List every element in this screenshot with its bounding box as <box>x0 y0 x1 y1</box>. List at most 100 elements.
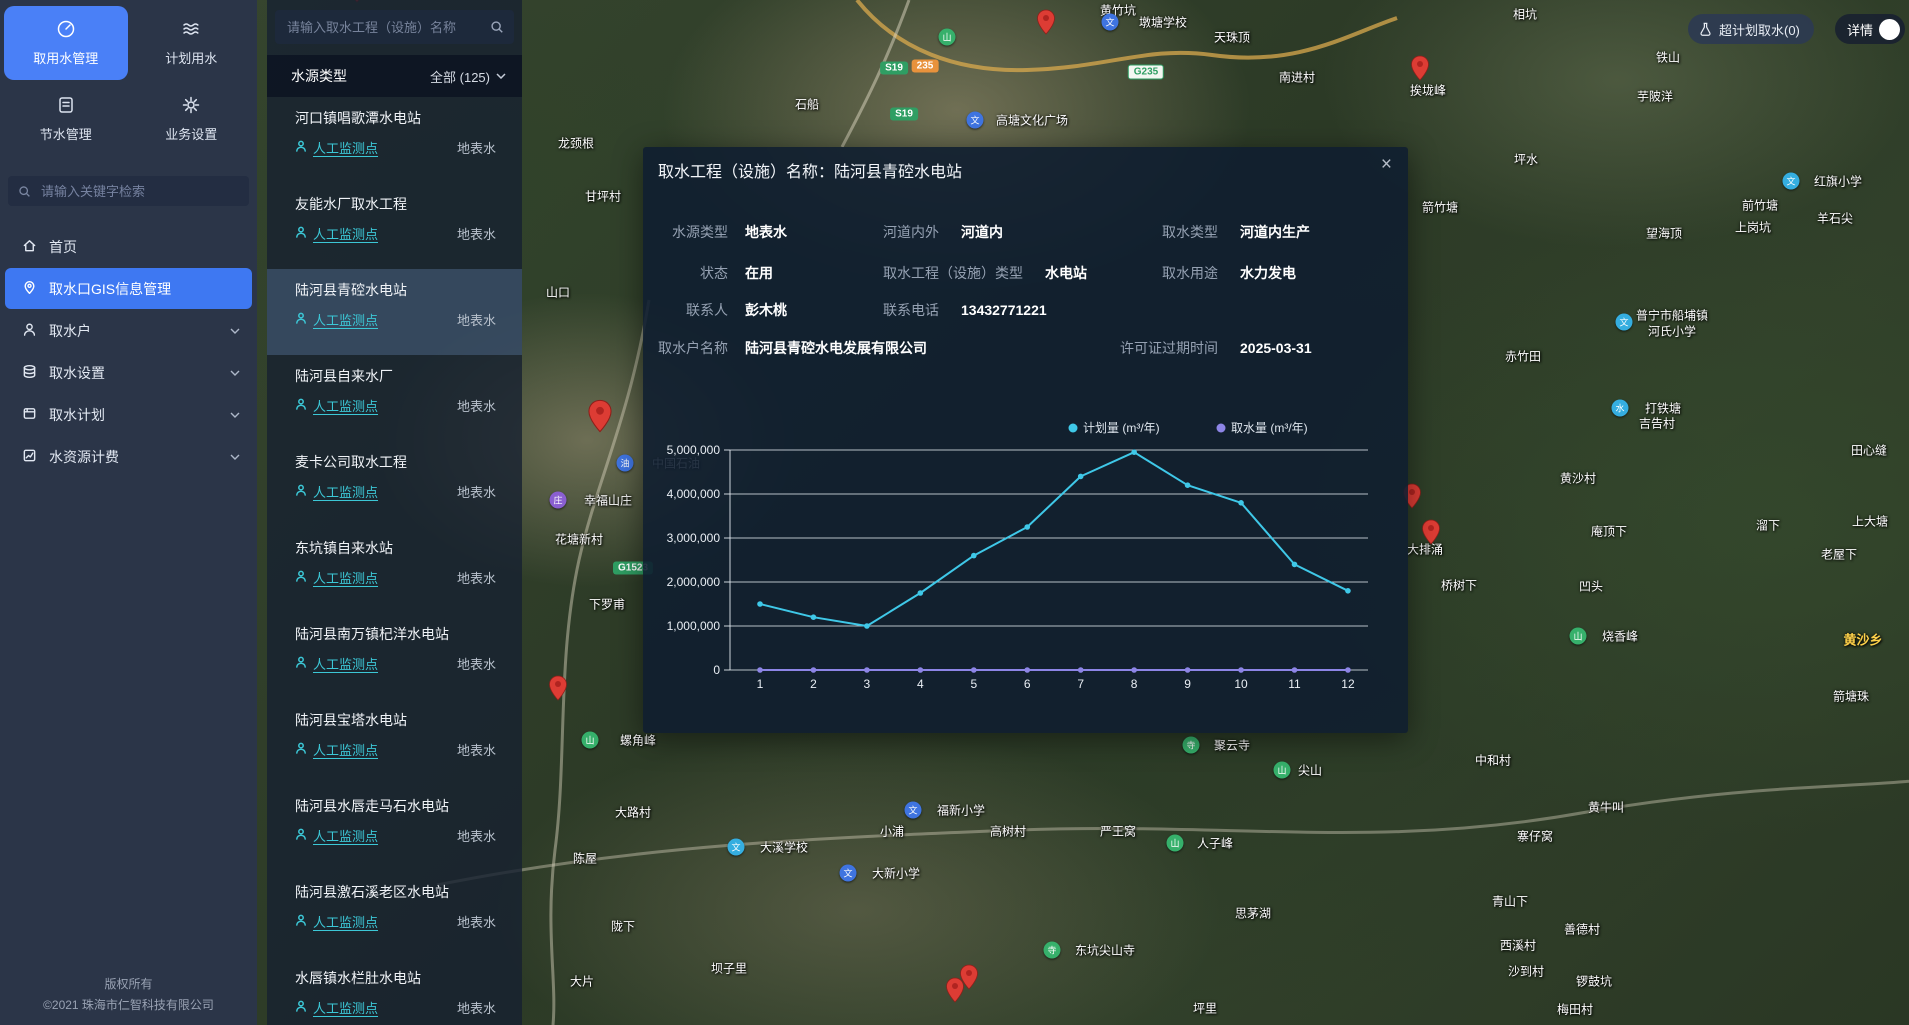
monitor-type-link[interactable]: 人工监测点 <box>295 826 378 845</box>
sidebar-search[interactable] <box>8 176 249 206</box>
red-pin[interactable] <box>548 675 568 706</box>
monitor-type-link[interactable]: 人工监测点 <box>295 654 378 673</box>
station-list-item[interactable]: 陆河县水唇走马石水电站 人工监测点 地表水 <box>267 785 522 871</box>
menu-label: 取水设置 <box>49 363 105 383</box>
sidebar-item-plan[interactable]: 取水计划 <box>5 394 252 435</box>
poi-marker: 山 <box>939 29 956 46</box>
map-label: 坪水 <box>1514 151 1538 168</box>
module-label: 节水管理 <box>40 124 92 143</box>
red-pin[interactable] <box>587 399 613 438</box>
sidebar-item-bill[interactable]: 水资源计费 <box>5 436 252 477</box>
menu-label: 取水口GIS信息管理 <box>49 279 171 299</box>
station-search-input[interactable] <box>285 19 490 36</box>
person-icon <box>295 1000 307 1015</box>
field-value: 河道内 <box>961 222 1003 242</box>
water-source-type: 地表水 <box>457 224 496 243</box>
monitor-type-link[interactable]: 人工监测点 <box>295 568 378 587</box>
station-list-item[interactable]: 东坑镇自来水站 人工监测点 地表水 <box>267 527 522 613</box>
monitor-type-link[interactable]: 人工监测点 <box>295 740 378 759</box>
monitor-type-link[interactable]: 人工监测点 <box>295 396 378 415</box>
station-search[interactable] <box>275 10 514 44</box>
station-list-item[interactable]: 麦卡公司取水工程 人工监测点 地表水 <box>267 441 522 527</box>
source-type-filter[interactable]: 水源类型 全部 (125) <box>267 55 522 97</box>
field-value: 彭木桃 <box>745 300 787 320</box>
module-doc[interactable]: 节水管理 <box>4 82 128 156</box>
map-label: 相坑 <box>1513 6 1537 23</box>
keyword-search-input[interactable] <box>39 183 239 200</box>
map-label: 墩塘学校 <box>1139 14 1187 31</box>
details-label: 详情 <box>1847 20 1873 39</box>
module-waves[interactable]: 计划用水 <box>130 6 254 80</box>
station-name: 陆河县激石溪老区水电站 <box>295 882 449 902</box>
module-label: 业务设置 <box>165 124 217 143</box>
close-icon[interactable]: × <box>1381 155 1392 174</box>
svg-text:1: 1 <box>757 677 764 691</box>
toggle-knob[interactable] <box>1879 19 1900 40</box>
field-label: 取水工程（设施）类型 <box>883 263 1023 283</box>
sidebar-item-user[interactable]: 取水户 <box>5 310 252 351</box>
filter-dropdown[interactable]: 全部 (125) <box>430 67 506 86</box>
monitor-type-link[interactable]: 人工监测点 <box>295 224 378 243</box>
module-label: 计划用水 <box>165 48 217 67</box>
sidebar-item-home[interactable]: 首页 <box>5 226 252 267</box>
svg-text:3,000,000: 3,000,000 <box>667 531 721 545</box>
module-gear[interactable]: 业务设置 <box>130 82 254 156</box>
monitor-type-link[interactable]: 人工监测点 <box>295 138 378 157</box>
poi-marker: 山 <box>1274 762 1291 779</box>
sidebar-item-pin[interactable]: 取水口GIS信息管理 <box>5 268 252 309</box>
map-label: 幸福山庄 <box>584 492 632 509</box>
poi-marker: 文 <box>967 112 984 129</box>
person-icon <box>295 398 307 413</box>
station-name: 陆河县宝塔水电站 <box>295 710 407 730</box>
waves-icon <box>181 19 201 42</box>
svg-text:4,000,000: 4,000,000 <box>667 487 721 501</box>
poi-marker: 文 <box>1783 173 1800 190</box>
field-value: 水力发电 <box>1240 263 1296 283</box>
water-source-type: 地表水 <box>457 568 496 587</box>
map-canvas[interactable]: 黄竹坑天珠顶墩塘学校相坑南进村挨垅峰芋陂洋铁山红旗小学羊石尖前竹塘上岗坑望海顶坪… <box>257 0 1909 1025</box>
field-value: 陆河县青硿水电发展有限公司 <box>745 338 927 358</box>
intake-chart: 01,000,0002,000,0003,000,0004,000,0005,0… <box>643 402 1408 702</box>
over-plan-button[interactable]: 超计划取水(0) <box>1688 14 1814 44</box>
field-label: 状态 <box>653 263 728 283</box>
red-pin[interactable] <box>1410 55 1430 86</box>
map-label: 陇下 <box>611 918 635 935</box>
monitor-type-link[interactable]: 人工监测点 <box>295 912 378 931</box>
field-value: 13432771221 <box>961 300 1047 320</box>
map-label: 高塘文化广场 <box>996 112 1068 129</box>
menu-label: 取水户 <box>49 321 91 341</box>
station-list-item[interactable]: 陆河县自来水厂 人工监测点 地表水 <box>267 355 522 441</box>
station-list-item[interactable]: 陆河县青硿水电站 人工监测点 地表水 <box>267 269 522 355</box>
menu-label: 水资源计费 <box>49 447 119 467</box>
map-label: 黄沙村 <box>1560 470 1596 487</box>
station-list-item[interactable]: 友能水厂取水工程 人工监测点 地表水 <box>267 183 522 269</box>
map-label: 甘坪村 <box>585 188 621 205</box>
svg-text:4: 4 <box>917 677 924 691</box>
monitor-type-link[interactable]: 人工监测点 <box>295 998 378 1017</box>
station-list-item[interactable]: 陆河县南万镇杞洋水电站 人工监测点 地表水 <box>267 613 522 699</box>
station-list-item[interactable]: 陆河县激石溪老区水电站 人工监测点 地表水 <box>267 871 522 957</box>
station-name: 东坑镇自来水站 <box>295 538 393 558</box>
field-label: 联系人 <box>653 300 728 320</box>
station-list-item[interactable]: 河口镇唱歌潭水电站 人工监测点 地表水 <box>267 97 522 183</box>
map-label: 龙颈根 <box>558 135 594 152</box>
field-label: 许可证过期时间 <box>1078 338 1218 358</box>
monitor-type-link[interactable]: 人工监测点 <box>295 482 378 501</box>
monitor-type-link[interactable]: 人工监测点 <box>295 310 378 329</box>
person-icon <box>295 570 307 585</box>
map-label: 大新小学 <box>872 865 920 882</box>
map-label: 箭塘珠 <box>1833 688 1869 705</box>
red-pin[interactable] <box>959 964 979 995</box>
details-toggle[interactable]: 详情 <box>1835 14 1905 44</box>
red-pin[interactable] <box>1036 9 1056 40</box>
svg-text:7: 7 <box>1077 677 1084 691</box>
map-label: 福新小学 <box>937 802 985 819</box>
module-gauge[interactable]: 取用水管理 <box>4 6 128 80</box>
station-list-item[interactable]: 陆河县宝塔水电站 人工监测点 地表水 <box>267 699 522 785</box>
road-badge: S19 <box>880 62 908 75</box>
map-label: 凹头 <box>1579 578 1603 595</box>
filter-label: 水源类型 <box>291 66 430 86</box>
red-pin[interactable] <box>1421 519 1441 550</box>
station-list-item[interactable]: 水唇镇水栏肚水电站 人工监测点 地表水 <box>267 957 522 1025</box>
sidebar-item-db[interactable]: 取水设置 <box>5 352 252 393</box>
